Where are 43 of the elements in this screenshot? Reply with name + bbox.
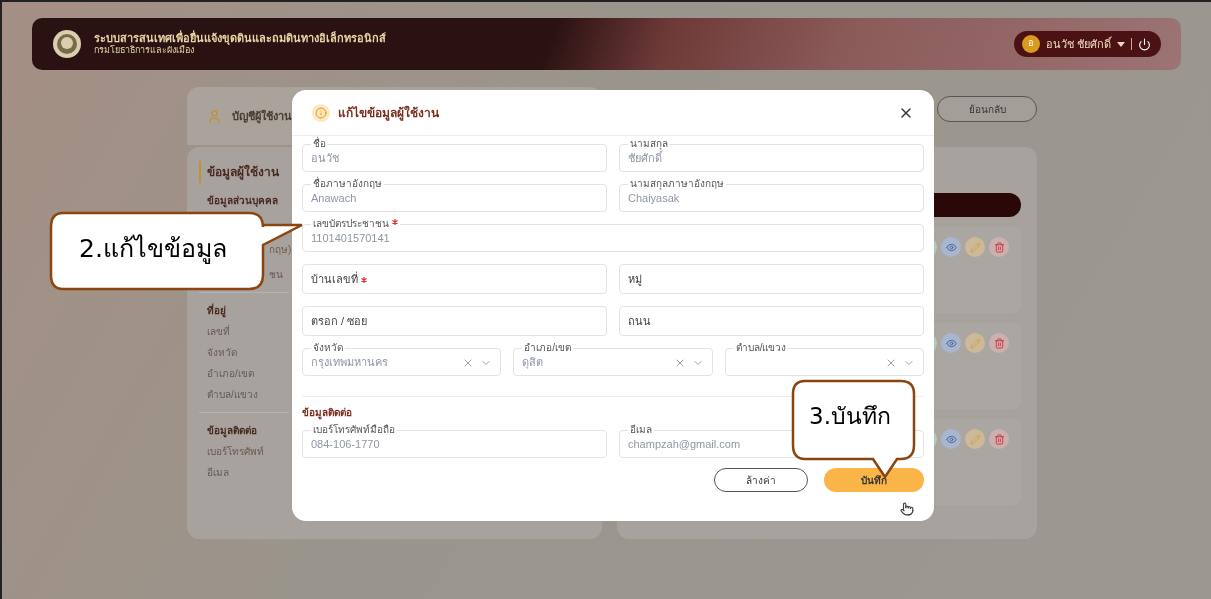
select-field[interactable]: อำเภอ/เขต ดุสิต [513, 342, 713, 376]
reset-button[interactable]: ล้างค่า [714, 468, 808, 492]
eye-icon[interactable] [941, 333, 961, 353]
trash-icon[interactable] [989, 237, 1009, 257]
user-avatar: อ [1021, 35, 1040, 53]
power-icon[interactable] [1138, 37, 1151, 51]
user-menu[interactable]: อ อนวัช ชัยศักดิ์ [1013, 31, 1161, 57]
sidebar-section-title: ที่อยู่ [207, 303, 227, 318]
input-field[interactable]: ถนน [619, 306, 924, 336]
emblem-icon [52, 29, 82, 59]
input-field[interactable]: นามสกุล ชัยศักดิ์ [619, 138, 924, 172]
select-field[interactable]: ตำบล/แขวง [724, 342, 924, 376]
select-field[interactable]: จังหวัด กรุงเทพมหานคร [302, 342, 502, 376]
pencil-icon[interactable] [965, 333, 985, 353]
input-field[interactable]: ชื่อภาษาอังกฤษ Anawach [302, 178, 607, 212]
trash-icon[interactable] [989, 429, 1009, 449]
input-field[interactable]: เลขบัตรประชาชน 1101401570141 [302, 218, 924, 252]
system-subtitle: กรมโยธาธิการและผังเมือง [94, 46, 195, 55]
info-icon [312, 103, 330, 122]
pencil-icon[interactable] [965, 237, 985, 257]
save-button[interactable]: บันทึก [824, 468, 924, 492]
user-icon [207, 108, 222, 124]
eye-icon[interactable] [941, 237, 961, 257]
dialog-title: แก้ไขข้อมูลผู้ใช้งาน [338, 104, 439, 122]
sidebar-heading: ข้อมูลผู้ใช้งาน [207, 163, 279, 181]
hand-cursor-icon [900, 502, 914, 516]
input-field[interactable]: นามสกุลภาษาอังกฤษ Chaiyasak [619, 178, 924, 212]
caret-icon [1117, 41, 1125, 47]
input-field[interactable]: หมู่ [619, 264, 924, 294]
sidebar-section-title: ข้อมูลติดต่อ [207, 424, 258, 438]
back-button[interactable]: ย้อนกลับ [937, 96, 1037, 122]
user-name: อนวัช ชัยศักดิ์ [1045, 35, 1111, 52]
input-field[interactable]: บ้านเลขที่ [302, 264, 607, 294]
account-title: บัญชีผู้ใช้งาน [232, 108, 292, 125]
eye-icon[interactable] [941, 429, 961, 449]
callout-text: 2.แก้ไขข้อมูล [79, 233, 227, 266]
input-field[interactable]: ชื่อ อนวัช [302, 138, 607, 172]
sidebar-section-title: ข้อมูลส่วนบุคคล [207, 194, 279, 208]
pencil-icon[interactable] [965, 429, 985, 449]
trash-icon[interactable] [989, 333, 1009, 353]
input-field[interactable]: เบอร์โทรศัพท์มือถือ 084-106-1770 [302, 424, 607, 458]
section-heading: ข้อมูลติดต่อ [302, 406, 352, 420]
input-field[interactable]: ตรอก / ซอย [302, 306, 607, 336]
